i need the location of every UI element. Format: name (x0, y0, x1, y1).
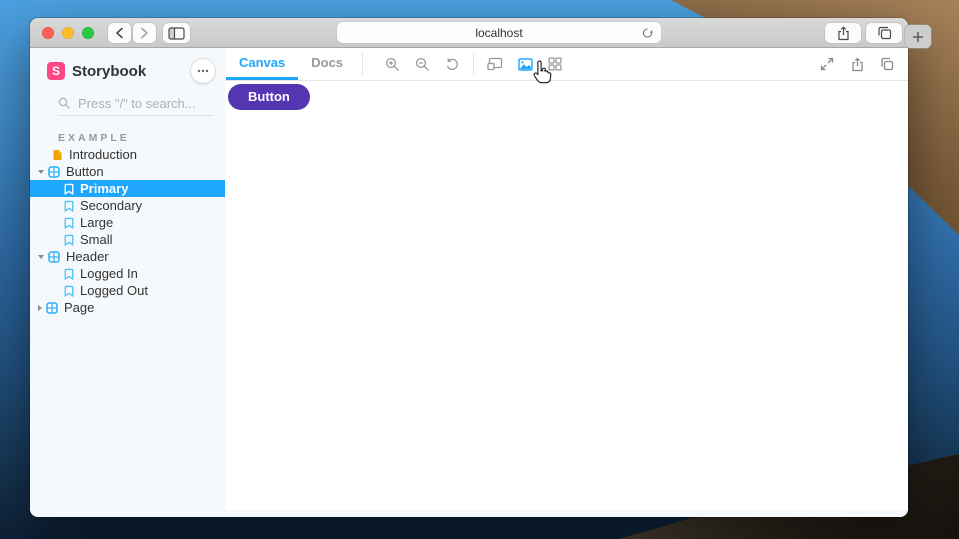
traffic-lights (42, 27, 94, 39)
tab-overview-button[interactable] (866, 23, 902, 43)
storybook-sidebar: S Storybook Press "/" to search... EXAMP… (30, 48, 256, 517)
toolbar-divider (362, 53, 364, 75)
sidebar-header: S Storybook (47, 58, 215, 84)
item-label: Header (66, 249, 109, 264)
search-icon (58, 97, 70, 109)
share-icon (851, 57, 864, 72)
component-icon (48, 250, 60, 263)
bookmark-icon (64, 200, 74, 212)
nav-buttons (108, 23, 156, 43)
app-title: Storybook (72, 62, 147, 80)
plus-icon (912, 31, 924, 43)
grid-icon (548, 57, 562, 71)
component-icon (46, 301, 58, 314)
storybook-main: Canvas Docs Button (225, 48, 908, 517)
toolbar-divider (473, 53, 475, 75)
storybook-logo[interactable]: S (47, 62, 65, 80)
sidebar-item-page[interactable]: Page (30, 299, 225, 316)
copy-link-button[interactable] (872, 50, 902, 78)
chevron-right-icon (140, 27, 149, 39)
bookmark-icon (64, 285, 74, 297)
fullscreen-icon (820, 57, 834, 71)
item-label: Primary (80, 181, 129, 196)
chevron-right-icon[interactable] (38, 304, 42, 311)
zoom-out-button[interactable] (407, 50, 437, 78)
sidebar-item-secondary[interactable]: Secondary (30, 197, 225, 214)
sidebar-section-label: EXAMPLE (58, 131, 130, 144)
minimize-window-button[interactable] (62, 27, 74, 39)
ellipsis-icon (197, 69, 209, 73)
story-button[interactable]: Button (228, 84, 310, 110)
zoom-in-icon (385, 57, 400, 72)
sidebar-menu-button[interactable] (191, 59, 215, 83)
sidebar-toggle-button[interactable] (163, 23, 190, 43)
zoom-in-button[interactable] (377, 50, 407, 78)
sidebar-item-large[interactable]: Large (30, 214, 225, 231)
viewport-button[interactable] (480, 50, 510, 78)
canvas-bottom-strip (225, 510, 908, 517)
sidebar-item-button[interactable]: Button (30, 163, 225, 180)
item-label: Secondary (80, 198, 143, 213)
tab-docs[interactable]: Docs (298, 48, 356, 80)
url-field[interactable]: localhost (337, 22, 661, 43)
background-button[interactable] (510, 50, 540, 78)
share-icon (837, 25, 850, 41)
browser-titlebar: localhost (30, 18, 908, 48)
document-icon (52, 149, 63, 161)
chevron-down-icon[interactable] (38, 169, 44, 174)
sidebar-item-introduction[interactable]: Introduction (30, 146, 225, 163)
search-box (58, 93, 256, 116)
bookmark-icon (64, 183, 74, 195)
bookmark-icon (64, 268, 74, 280)
zoom-window-button[interactable] (82, 27, 94, 39)
close-window-button[interactable] (42, 27, 54, 39)
bookmark-icon (64, 217, 74, 229)
url-text: localhost (475, 25, 523, 40)
background-icon (517, 57, 533, 71)
item-label: Logged Out (80, 283, 148, 298)
zoom-reset-icon (445, 57, 460, 72)
component-icon (48, 165, 60, 178)
sidebar-item-small[interactable]: Small (30, 231, 225, 248)
forward-button[interactable] (133, 23, 156, 43)
open-in-new-tab-button[interactable] (842, 50, 872, 78)
sidebar-item-logged-in[interactable]: Logged In (30, 265, 225, 282)
safari-window: localhost S Storybook Press "/" to searc… (30, 18, 908, 517)
storybook-app: S Storybook Press "/" to search... EXAMP… (30, 48, 908, 517)
copy-icon (880, 57, 894, 71)
story-canvas: Button (225, 81, 908, 510)
browser-share-button[interactable] (825, 23, 861, 43)
item-label: Large (80, 215, 114, 230)
item-label: Button (66, 164, 104, 179)
chevron-down-icon[interactable] (38, 254, 44, 259)
tab-bar: Canvas Docs (226, 48, 356, 80)
sidebar-item-primary[interactable]: Primary (30, 180, 225, 197)
zoom-reset-button[interactable] (437, 50, 467, 78)
tab-canvas[interactable]: Canvas (226, 48, 299, 80)
sidebar-tree: Introduction Button Primary Secondary La… (30, 146, 225, 316)
sidebar-toggle-icon (168, 26, 185, 40)
item-label: Small (80, 232, 113, 247)
bookmark-icon (64, 234, 74, 246)
back-button[interactable] (108, 23, 131, 43)
chevron-left-icon (115, 27, 124, 39)
canvas-toolbar: Canvas Docs (225, 48, 908, 81)
sidebar-item-logged-out[interactable]: Logged Out (30, 282, 225, 299)
sidebar-item-header[interactable]: Header (30, 248, 225, 265)
new-tab-button[interactable] (905, 25, 931, 48)
reload-icon[interactable] (641, 26, 654, 40)
item-label: Logged In (80, 266, 138, 281)
item-label: Introduction (69, 147, 137, 162)
toolbar-right-icons (812, 50, 902, 78)
item-label: Page (64, 300, 95, 315)
tab-overview-icon (877, 26, 892, 40)
fullscreen-button[interactable] (812, 50, 842, 78)
viewport-icon (487, 57, 503, 71)
grid-button[interactable] (540, 50, 570, 78)
zoom-out-icon (415, 57, 430, 72)
